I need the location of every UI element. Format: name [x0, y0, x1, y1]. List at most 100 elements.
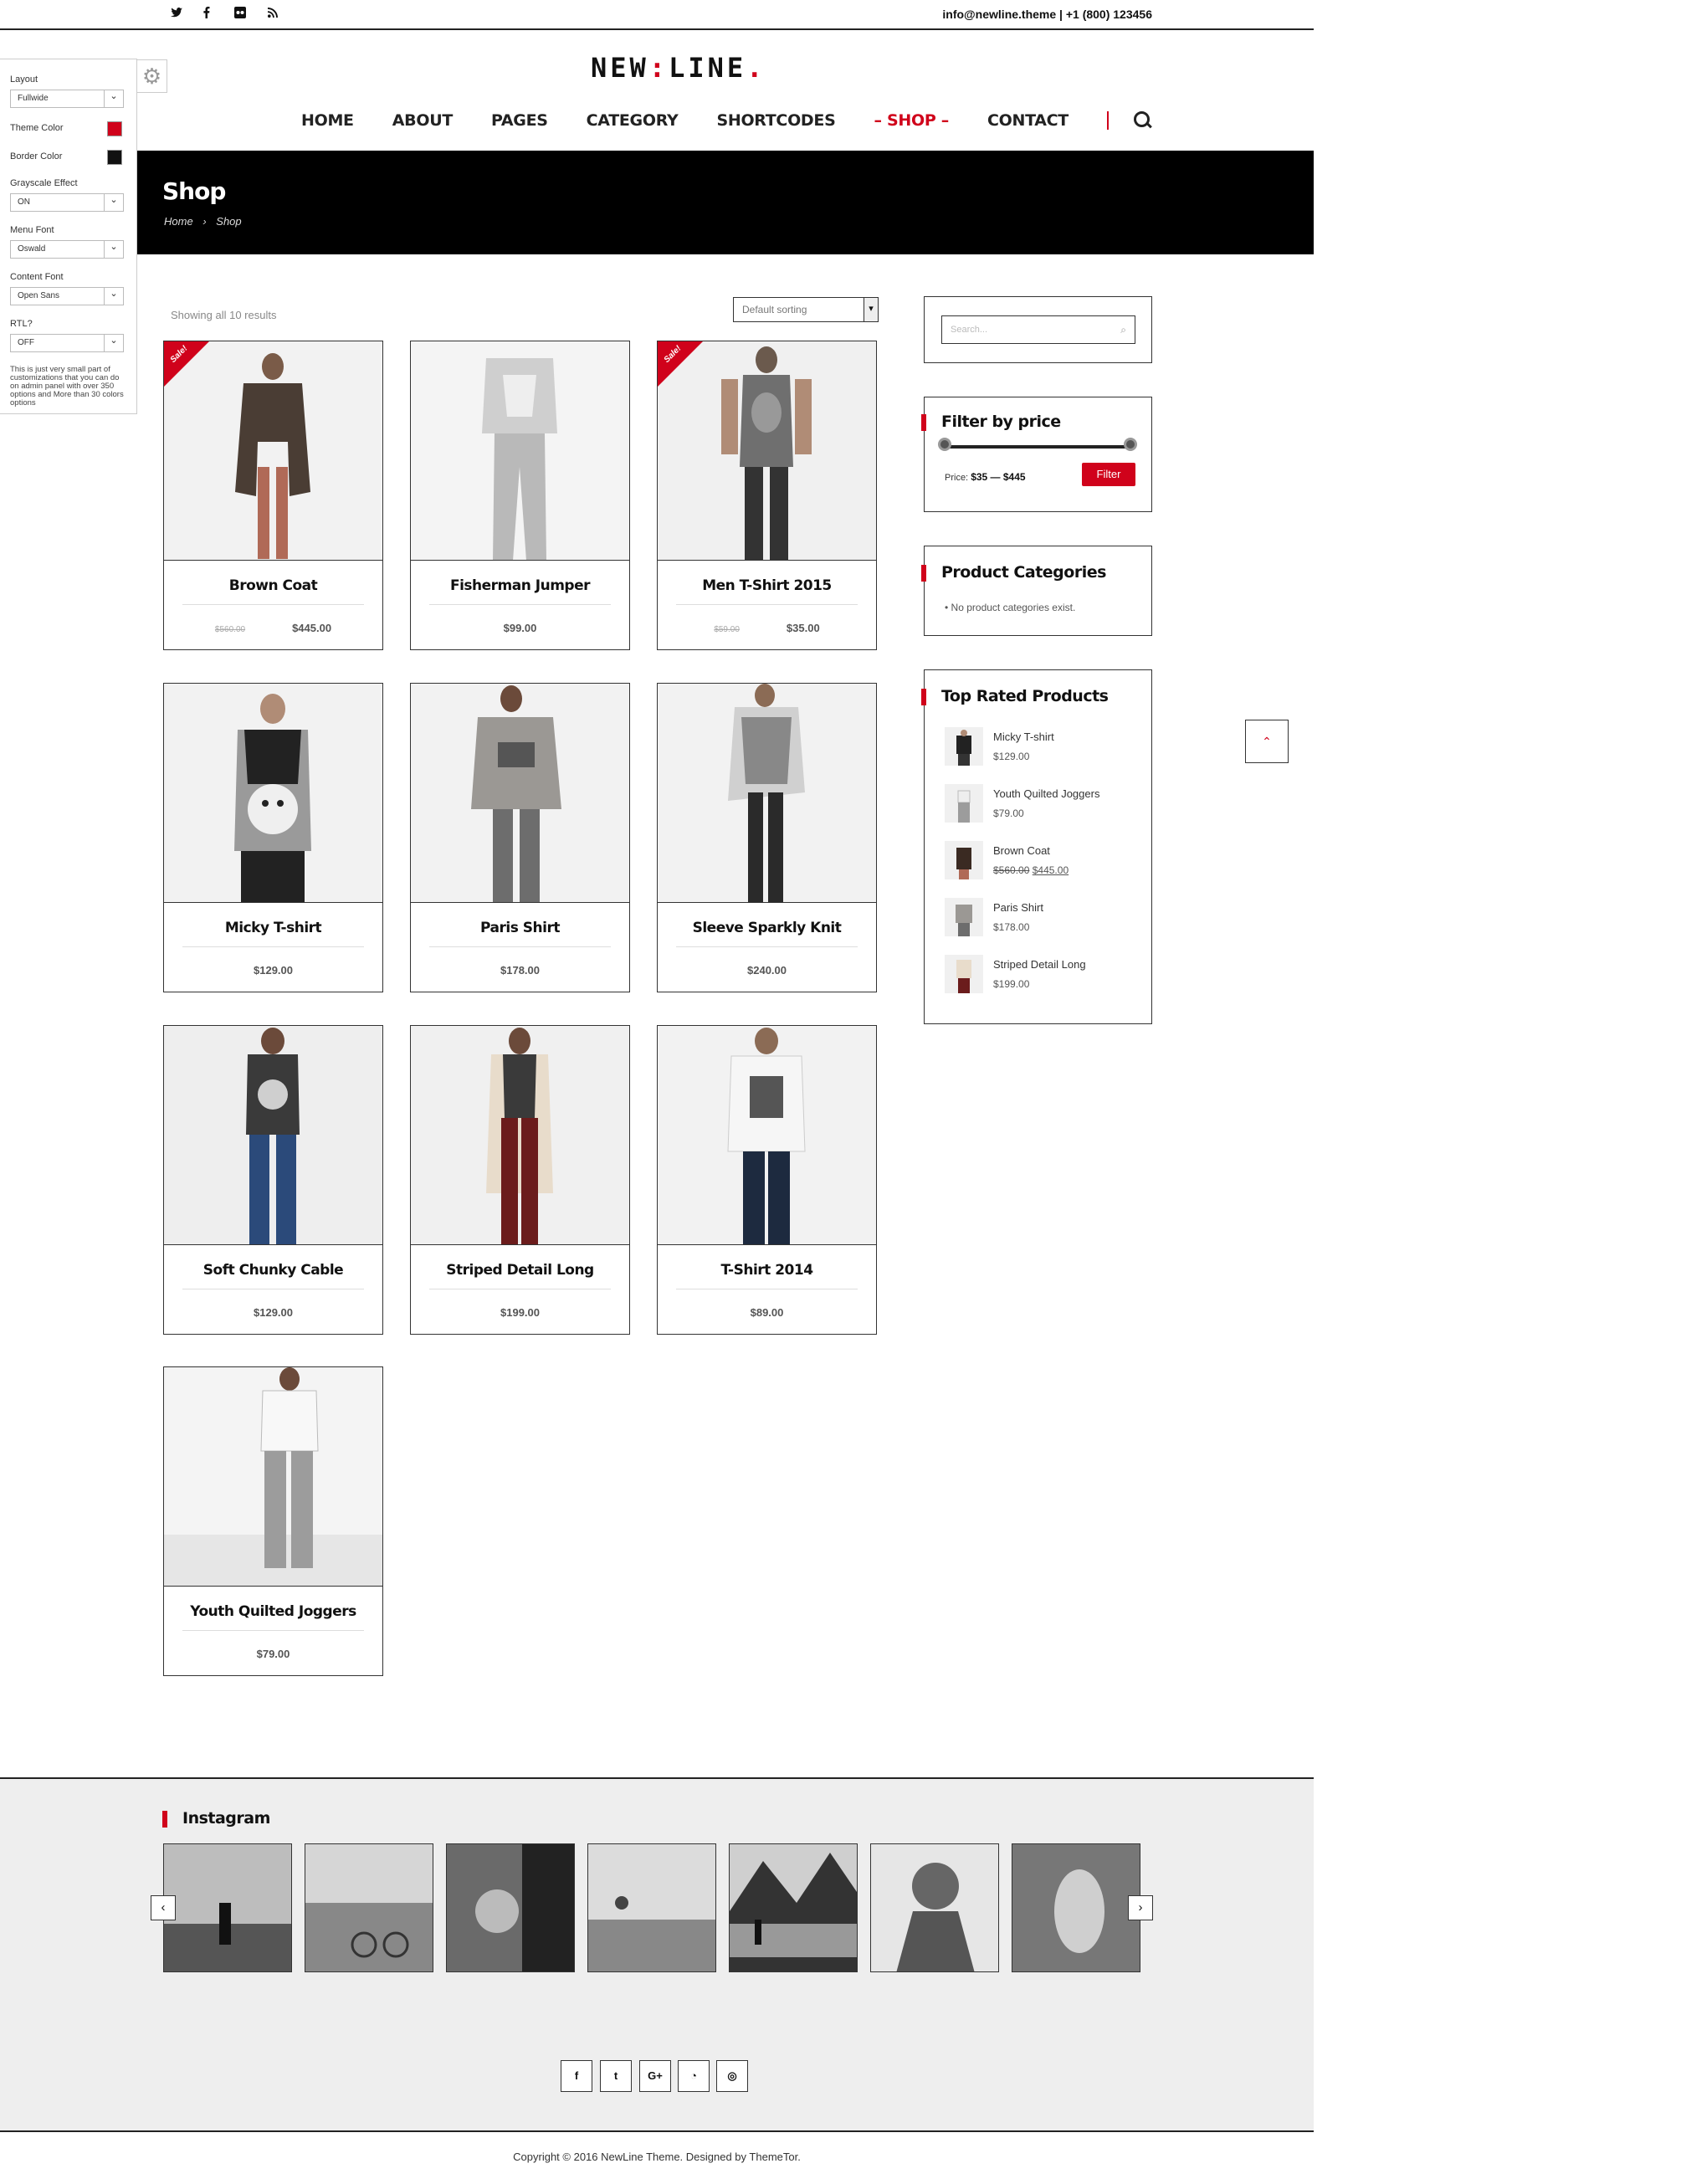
- product-image[interactable]: [164, 684, 382, 903]
- instagram-photo[interactable]: [446, 1843, 575, 1972]
- rtl-select[interactable]: OFF: [10, 334, 124, 352]
- product-price: $178.00: [411, 964, 629, 977]
- border-color-swatch[interactable]: [107, 150, 122, 165]
- product-thumbnail[interactable]: [945, 841, 983, 879]
- product-image[interactable]: [658, 1026, 876, 1245]
- product-name[interactable]: Sleeve Sparkly Knit: [658, 920, 876, 936]
- nav-pages[interactable]: PAGES: [491, 111, 548, 130]
- instagram-photo[interactable]: [163, 1843, 292, 1972]
- search-placeholder: Search...: [951, 325, 988, 335]
- product-thumbnail[interactable]: [945, 955, 983, 993]
- instagram-accent: [162, 1811, 167, 1828]
- product-card[interactable]: Youth Quilted Joggers $79.00: [163, 1366, 383, 1676]
- panel-note: This is just very small part of customiz…: [10, 365, 124, 408]
- instagram-photo[interactable]: [587, 1843, 716, 1972]
- logo-dot: :: [648, 52, 669, 84]
- product-card[interactable]: Striped Detail Long $199.00: [410, 1025, 630, 1335]
- product-name[interactable]: Fisherman Jumper: [411, 577, 629, 594]
- product-price: $129.00: [164, 1306, 382, 1319]
- product-image[interactable]: [411, 684, 629, 903]
- grayscale-select[interactable]: ON: [10, 193, 124, 212]
- instagram-photo[interactable]: [305, 1843, 433, 1972]
- product-image[interactable]: [411, 341, 629, 561]
- search-icon[interactable]: ⌕: [1120, 324, 1126, 336]
- sorting-select[interactable]: Default sorting: [733, 297, 879, 322]
- product-thumbnail[interactable]: [945, 727, 983, 766]
- product-card[interactable]: Sleeve Sparkly Knit $240.00: [657, 683, 877, 992]
- nav-about[interactable]: ABOUT: [392, 111, 454, 130]
- current-price: $199.00: [500, 1306, 540, 1319]
- top-bar: info@newline.theme | +1 (800) 123456: [0, 0, 1314, 30]
- logo-text-right: LINE: [669, 52, 747, 84]
- product-name[interactable]: Men T-Shirt 2015: [658, 577, 876, 594]
- content-font-select[interactable]: Open Sans: [10, 287, 124, 305]
- nav-contact[interactable]: CONTACT: [987, 111, 1069, 130]
- product-name[interactable]: Soft Chunky Cable: [164, 1262, 382, 1279]
- nav-shop[interactable]: – SHOP –: [874, 111, 949, 130]
- twitter-icon[interactable]: [171, 7, 182, 20]
- facebook-icon[interactable]: [203, 7, 210, 21]
- divider: [676, 604, 858, 605]
- product-name[interactable]: Paris Shirt: [411, 920, 629, 936]
- product-image[interactable]: [164, 1367, 382, 1587]
- top-rated-name[interactable]: Striped Detail Long: [993, 958, 1086, 971]
- top-rated-price: $560.00 $445.00: [993, 864, 1069, 876]
- footer-facebook-icon[interactable]: f: [561, 2060, 592, 2092]
- filter-button[interactable]: Filter: [1082, 463, 1135, 486]
- product-image[interactable]: [411, 1026, 629, 1245]
- price-slider-max-handle[interactable]: [1124, 438, 1137, 451]
- footer-rss-icon[interactable]: ◔: [678, 2060, 710, 2092]
- product-card[interactable]: Sale! Brown Coat $560.00 $445.00: [163, 341, 383, 650]
- sidebar-search-input[interactable]: Search... ⌕: [941, 315, 1135, 344]
- nav-home[interactable]: HOME: [301, 111, 354, 130]
- product-name[interactable]: Youth Quilted Joggers: [164, 1603, 382, 1620]
- menu-font-select[interactable]: Oswald: [10, 240, 124, 259]
- product-card[interactable]: Paris Shirt $178.00: [410, 683, 630, 992]
- top-rated-name[interactable]: Paris Shirt: [993, 901, 1043, 914]
- product-name[interactable]: Micky T-shirt: [164, 920, 382, 936]
- top-rated-name[interactable]: Brown Coat: [993, 844, 1050, 857]
- footer-instagram-icon[interactable]: ◎: [716, 2060, 748, 2092]
- instagram-photo[interactable]: [1012, 1843, 1140, 1972]
- price-slider-min-handle[interactable]: [938, 438, 951, 451]
- top-rated-name[interactable]: Micky T-shirt: [993, 731, 1054, 743]
- theme-color-swatch[interactable]: [107, 121, 122, 136]
- footer-twitter-icon[interactable]: t: [600, 2060, 632, 2092]
- rss-icon[interactable]: [268, 7, 278, 20]
- product-price: $560.00 $445.00: [164, 622, 382, 634]
- search-icon[interactable]: [1133, 111, 1152, 130]
- flickr-icon[interactable]: [234, 7, 246, 21]
- product-card[interactable]: T-Shirt 2014 $89.00: [657, 1025, 877, 1335]
- product-card[interactable]: Fisherman Jumper $99.00: [410, 341, 630, 650]
- top-rated-price: $199.00: [993, 978, 1030, 990]
- carousel-next-button[interactable]: ›: [1128, 1895, 1153, 1920]
- logo-tail: .: [746, 52, 766, 84]
- product-card[interactable]: Micky T-shirt $129.00: [163, 683, 383, 992]
- top-rated-name[interactable]: Youth Quilted Joggers: [993, 787, 1099, 800]
- instagram-photo[interactable]: [729, 1843, 858, 1972]
- product-card[interactable]: Soft Chunky Cable $129.00: [163, 1025, 383, 1335]
- contact-info: info@newline.theme | +1 (800) 123456: [942, 8, 1152, 21]
- gear-icon[interactable]: ⚙: [137, 59, 167, 93]
- price-slider-track[interactable]: [945, 445, 1130, 449]
- chevron-left-icon: ‹: [161, 1900, 166, 1915]
- product-image[interactable]: [164, 1026, 382, 1245]
- nav-category[interactable]: CATEGORY: [587, 111, 679, 130]
- old-price: $560.00: [993, 864, 1030, 876]
- product-name[interactable]: Striped Detail Long: [411, 1262, 629, 1279]
- product-thumbnail[interactable]: [945, 898, 983, 936]
- product-image[interactable]: [658, 684, 876, 903]
- carousel-prev-button[interactable]: ‹: [151, 1895, 176, 1920]
- nav-shortcodes[interactable]: SHORTCODES: [716, 111, 835, 130]
- layout-select[interactable]: Fullwide: [10, 90, 124, 108]
- product-name[interactable]: T-Shirt 2014: [658, 1262, 876, 1279]
- breadcrumb-home[interactable]: Home: [164, 215, 193, 228]
- site-logo[interactable]: NEW:LINE.: [591, 52, 766, 84]
- product-name[interactable]: Brown Coat: [164, 577, 382, 594]
- product-thumbnail[interactable]: [945, 784, 983, 823]
- footer-google-plus-icon[interactable]: G+: [639, 2060, 671, 2092]
- instagram-photo[interactable]: [870, 1843, 999, 1972]
- product-card[interactable]: Sale! Men T-Shirt 2015 $59.00 $35.00: [657, 341, 877, 650]
- scroll-to-top-button[interactable]: ⌃: [1245, 720, 1289, 763]
- product-price: $79.00: [164, 1648, 382, 1660]
